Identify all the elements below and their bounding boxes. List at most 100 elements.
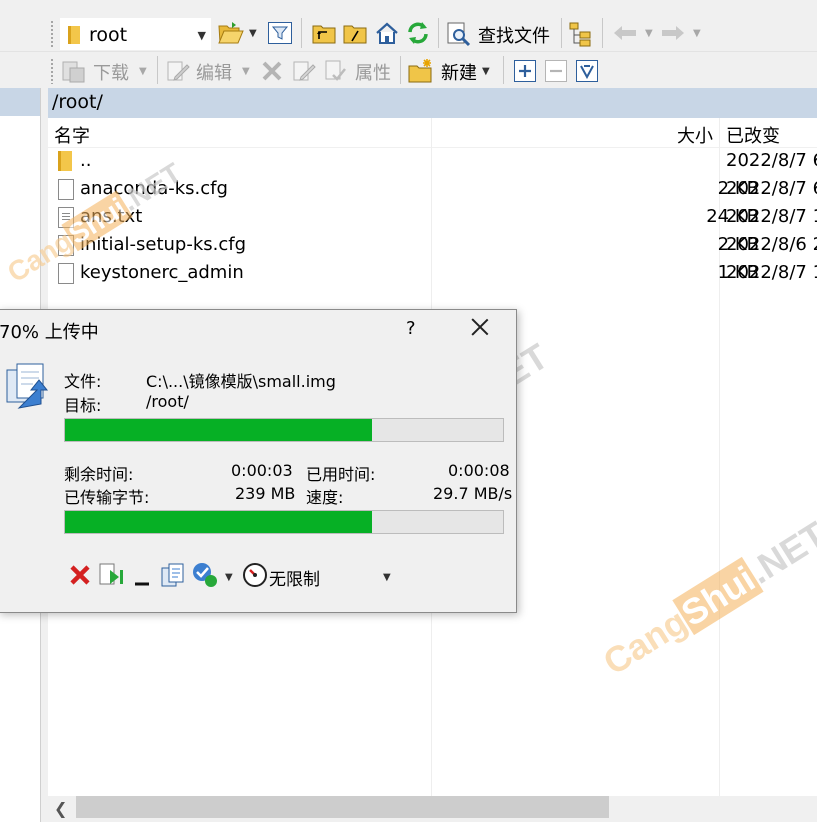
file-name: anaconda-ks.cfg	[80, 178, 228, 199]
scroll-left-icon[interactable]: ❮	[54, 799, 67, 818]
download-label[interactable]: 下载	[93, 59, 129, 85]
file-progress-bar	[64, 418, 504, 442]
chevron-down-icon[interactable]: ▼	[242, 66, 250, 77]
plus-icon[interactable]	[514, 60, 536, 82]
find-files-label[interactable]: 查找文件	[478, 22, 550, 48]
path-combo[interactable]: root ▼	[60, 18, 211, 50]
horizontal-scrollbar[interactable]: ❮	[48, 796, 817, 822]
move-to-background-icon[interactable]	[160, 562, 186, 588]
file-label: 文件:	[64, 372, 102, 391]
speed-value: 29.7 MB/s	[433, 484, 513, 503]
help-button[interactable]: ?	[406, 318, 416, 339]
new-folder-icon[interactable]	[407, 57, 435, 85]
file-toolbar: 下载 ▼ 编辑 ▼ 属性 新建 ▼	[0, 52, 817, 88]
path-combo-value: root	[89, 24, 128, 46]
remaining-time-value: 0:00:03	[231, 461, 293, 480]
top-toolbar: root ▼ ▼ 查找文件 ▼ ▼	[0, 0, 817, 52]
chevron-down-icon[interactable]: ▼	[693, 28, 701, 39]
refresh-icon[interactable]	[405, 20, 431, 46]
home-icon[interactable]	[374, 20, 400, 46]
chevron-down-icon[interactable]: ▼	[225, 572, 233, 583]
filter-icon[interactable]	[268, 22, 292, 44]
column-name[interactable]: 名字	[54, 122, 90, 148]
find-files-icon[interactable]	[446, 21, 472, 47]
toolbar-grip[interactable]	[50, 20, 54, 48]
invert-selection-icon[interactable]	[576, 60, 598, 82]
file-changed: 2022/8/6 2	[726, 234, 817, 255]
bytes-transferred-label: 已传输字节:	[64, 488, 150, 507]
list-item[interactable]: .. 2022/8/7 6	[48, 148, 817, 176]
file-icon	[58, 263, 74, 284]
elapsed-time-label: 已用时间:	[306, 465, 376, 484]
remote-path-bar[interactable]: /root/	[48, 88, 817, 118]
file-progress-fill	[65, 419, 372, 441]
toolbar-separator	[301, 18, 302, 48]
speed-limit-gauge-icon[interactable]	[242, 562, 268, 588]
total-progress-bar	[64, 510, 504, 534]
toolbar-separator	[400, 56, 401, 84]
file-name: keystonerc_admin	[80, 262, 244, 283]
new-label[interactable]: 新建	[441, 59, 477, 85]
toolbar-separator	[602, 18, 603, 48]
folder-icon	[68, 26, 80, 44]
root-directory-icon[interactable]	[343, 22, 367, 44]
delete-icon[interactable]	[260, 59, 284, 83]
list-item[interactable]: keystonerc_admin 1 KB 2022/8/7 1	[48, 260, 817, 288]
file-value: C:\...\镜像模版\small.img	[146, 372, 336, 391]
skip-file-icon[interactable]	[98, 562, 126, 588]
minus-icon[interactable]	[545, 60, 567, 82]
edit-label[interactable]: 编辑	[196, 59, 232, 85]
open-directory-icon[interactable]	[218, 20, 244, 46]
file-name: initial-setup-ks.cfg	[80, 234, 247, 255]
file-changed: 2022/8/7 6	[726, 178, 817, 199]
total-progress-fill	[65, 511, 372, 533]
column-size[interactable]: 大小	[677, 122, 713, 148]
toolbar-separator	[561, 18, 562, 48]
chevron-down-icon[interactable]: ▼	[249, 28, 257, 39]
file-icon	[58, 179, 74, 200]
speed-label: 速度:	[306, 488, 344, 507]
chevron-down-icon[interactable]: ▼	[383, 572, 391, 583]
chevron-down-icon[interactable]: ▼	[645, 28, 653, 39]
local-path-bar	[0, 88, 40, 116]
on-completion-icon[interactable]	[191, 561, 219, 589]
back-arrow-icon[interactable]	[612, 24, 638, 42]
target-label: 目标:	[64, 396, 102, 415]
toolbar-separator	[438, 18, 439, 48]
parent-dir-icon	[58, 151, 72, 171]
dialog-title: 70% 上传中	[0, 322, 99, 343]
speed-limit-label[interactable]: 无限制	[269, 565, 320, 590]
upload-progress-dialog[interactable]: 70% 上传中 ? 文件: C:\...\镜像模版\small.img 目标: …	[0, 309, 517, 613]
list-item[interactable]: anaconda-ks.cfg 2 KB 2022/8/7 6	[48, 176, 817, 204]
chevron-down-icon[interactable]: ▼	[198, 29, 206, 42]
bytes-transferred-value: 239 MB	[235, 484, 296, 503]
column-changed[interactable]: 已改变	[726, 122, 780, 148]
text-file-icon	[58, 207, 74, 228]
remote-path: /root/	[52, 91, 103, 113]
parent-directory-icon[interactable]	[312, 22, 336, 44]
target-value: /root/	[146, 392, 189, 411]
properties-icon[interactable]	[322, 58, 348, 84]
file-icon	[58, 235, 74, 256]
close-icon[interactable]	[469, 316, 491, 338]
file-changed: 2022/8/7 6	[726, 150, 817, 171]
edit-icon[interactable]	[165, 58, 191, 84]
rename-icon[interactable]	[291, 58, 317, 84]
list-item[interactable]: initial-setup-ks.cfg 2 KB 2022/8/6 2	[48, 232, 817, 260]
toolbar-grip[interactable]	[50, 58, 54, 84]
scrollbar-thumb[interactable]	[76, 796, 609, 818]
toolbar-separator	[157, 56, 158, 84]
tree-view-icon[interactable]	[568, 21, 594, 47]
file-changed: 2022/8/7 1	[726, 262, 817, 283]
list-item[interactable]: ans.txt 24 KB 2022/8/7 1	[48, 204, 817, 232]
minimize-icon[interactable]	[132, 568, 152, 588]
cancel-transfer-icon[interactable]	[68, 563, 92, 587]
properties-label[interactable]: 属性	[355, 59, 391, 85]
upload-icon	[5, 362, 51, 412]
download-icon[interactable]	[60, 58, 86, 84]
chevron-down-icon[interactable]: ▼	[482, 66, 490, 77]
remaining-time-label: 剩余时间:	[64, 465, 134, 484]
file-changed: 2022/8/7 1	[726, 206, 817, 227]
chevron-down-icon[interactable]: ▼	[139, 66, 147, 77]
forward-arrow-icon[interactable]	[660, 24, 686, 42]
